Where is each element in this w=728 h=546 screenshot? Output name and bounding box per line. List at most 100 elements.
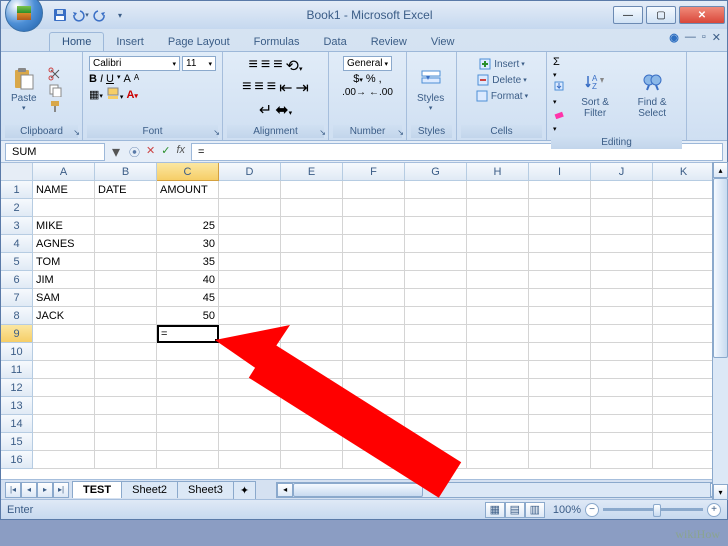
cell-I10[interactable]: [529, 343, 591, 361]
fx-button[interactable]: fx: [176, 144, 185, 160]
align-middle-icon[interactable]: ≡: [261, 56, 270, 76]
row-header-16[interactable]: 16: [1, 451, 33, 469]
office-button[interactable]: [5, 0, 43, 32]
cell-E2[interactable]: [281, 199, 343, 217]
bold-button[interactable]: B: [89, 73, 97, 85]
alignment-launcher-icon[interactable]: ↘: [319, 128, 326, 137]
cell-B5[interactable]: [95, 253, 157, 271]
tab-home[interactable]: Home: [49, 32, 104, 51]
cell-B2[interactable]: [95, 199, 157, 217]
cell-A8[interactable]: JACK: [33, 307, 95, 325]
cell-B4[interactable]: [95, 235, 157, 253]
orientation-icon[interactable]: ⟲▾: [286, 56, 303, 76]
cell-E4[interactable]: [281, 235, 343, 253]
row-header-15[interactable]: 15: [1, 433, 33, 451]
cell-D3[interactable]: [219, 217, 281, 235]
cell-F4[interactable]: [343, 235, 405, 253]
normal-view-button[interactable]: ▦: [485, 502, 505, 518]
cell-I5[interactable]: [529, 253, 591, 271]
cell-I16[interactable]: [529, 451, 591, 469]
cell-J15[interactable]: [591, 433, 653, 451]
maximize-button[interactable]: ▢: [646, 6, 676, 24]
cell-B3[interactable]: [95, 217, 157, 235]
cell-G1[interactable]: [405, 181, 467, 199]
border-button[interactable]: ▦▾: [89, 88, 103, 101]
cell-K8[interactable]: [653, 307, 715, 325]
cell-I9[interactable]: [529, 325, 591, 343]
increase-decimal-icon[interactable]: .00→: [342, 87, 366, 98]
merge-button[interactable]: ⬌▾: [275, 100, 292, 120]
percent-icon[interactable]: %: [366, 73, 376, 85]
cell-A1[interactable]: NAME: [33, 181, 95, 199]
align-bottom-icon[interactable]: ≡: [273, 56, 282, 76]
cell-F1[interactable]: [343, 181, 405, 199]
cell-K14[interactable]: [653, 415, 715, 433]
insert-cells-button[interactable]: Insert▾: [475, 56, 528, 72]
format-cells-button[interactable]: Format▾: [472, 88, 531, 104]
column-header-B[interactable]: B: [95, 163, 157, 181]
cell-J14[interactable]: [591, 415, 653, 433]
column-header-K[interactable]: K: [653, 163, 715, 181]
cell-J4[interactable]: [591, 235, 653, 253]
redo-icon[interactable]: [91, 6, 109, 24]
row-header-9[interactable]: 9: [1, 325, 33, 343]
autosum-button[interactable]: Σ ▾: [553, 56, 566, 80]
cell-K3[interactable]: [653, 217, 715, 235]
cell-A7[interactable]: SAM: [33, 289, 95, 307]
cell-K4[interactable]: [653, 235, 715, 253]
cell-B1[interactable]: DATE: [95, 181, 157, 199]
close-button[interactable]: [679, 6, 725, 24]
cell-H3[interactable]: [467, 217, 529, 235]
cell-I13[interactable]: [529, 397, 591, 415]
cell-A5[interactable]: TOM: [33, 253, 95, 271]
row-header-4[interactable]: 4: [1, 235, 33, 253]
page-layout-view-button[interactable]: ▤: [505, 502, 525, 518]
save-icon[interactable]: [51, 6, 69, 24]
column-header-G[interactable]: G: [405, 163, 467, 181]
cell-A12[interactable]: [33, 379, 95, 397]
font-size-combo[interactable]: 11▾: [182, 56, 216, 71]
cell-I15[interactable]: [529, 433, 591, 451]
zoom-in-button[interactable]: +: [707, 503, 721, 517]
cell-B14[interactable]: [95, 415, 157, 433]
cell-J1[interactable]: [591, 181, 653, 199]
cell-A15[interactable]: [33, 433, 95, 451]
cell-J2[interactable]: [591, 199, 653, 217]
scroll-down-icon[interactable]: ▾: [713, 484, 728, 500]
zoom-out-button[interactable]: −: [585, 503, 599, 517]
cell-H6[interactable]: [467, 271, 529, 289]
ribbon-restore-icon[interactable]: ▫: [702, 31, 706, 44]
cell-A10[interactable]: [33, 343, 95, 361]
cancel-formula-button[interactable]: ✕: [146, 144, 155, 160]
cell-I7[interactable]: [529, 289, 591, 307]
cell-D6[interactable]: [219, 271, 281, 289]
cell-C3[interactable]: 25: [157, 217, 219, 235]
decrease-font-icon[interactable]: A: [134, 73, 139, 85]
cell-C7[interactable]: 45: [157, 289, 219, 307]
sheet-nav-next-icon[interactable]: ▸: [37, 482, 53, 498]
cell-F6[interactable]: [343, 271, 405, 289]
row-header-3[interactable]: 3: [1, 217, 33, 235]
column-header-C[interactable]: C: [157, 163, 219, 181]
cell-E6[interactable]: [281, 271, 343, 289]
minimize-button[interactable]: —: [613, 6, 643, 24]
find-select-button[interactable]: Find & Select: [624, 69, 680, 121]
cell-I3[interactable]: [529, 217, 591, 235]
cell-J13[interactable]: [591, 397, 653, 415]
cell-F7[interactable]: [343, 289, 405, 307]
cell-G3[interactable]: [405, 217, 467, 235]
cell-F2[interactable]: [343, 199, 405, 217]
column-header-I[interactable]: I: [529, 163, 591, 181]
cell-I8[interactable]: [529, 307, 591, 325]
cell-G4[interactable]: [405, 235, 467, 253]
cell-J9[interactable]: [591, 325, 653, 343]
cell-E1[interactable]: [281, 181, 343, 199]
qat-customize-icon[interactable]: ▾: [111, 6, 129, 24]
name-box[interactable]: SUM: [5, 143, 105, 161]
fill-button[interactable]: ▾: [553, 80, 566, 107]
column-header-J[interactable]: J: [591, 163, 653, 181]
column-header-A[interactable]: A: [33, 163, 95, 181]
sheet-nav-last-icon[interactable]: ▸|: [53, 482, 69, 498]
sort-filter-button[interactable]: AZ Sort & Filter: [570, 69, 620, 121]
cell-K16[interactable]: [653, 451, 715, 469]
